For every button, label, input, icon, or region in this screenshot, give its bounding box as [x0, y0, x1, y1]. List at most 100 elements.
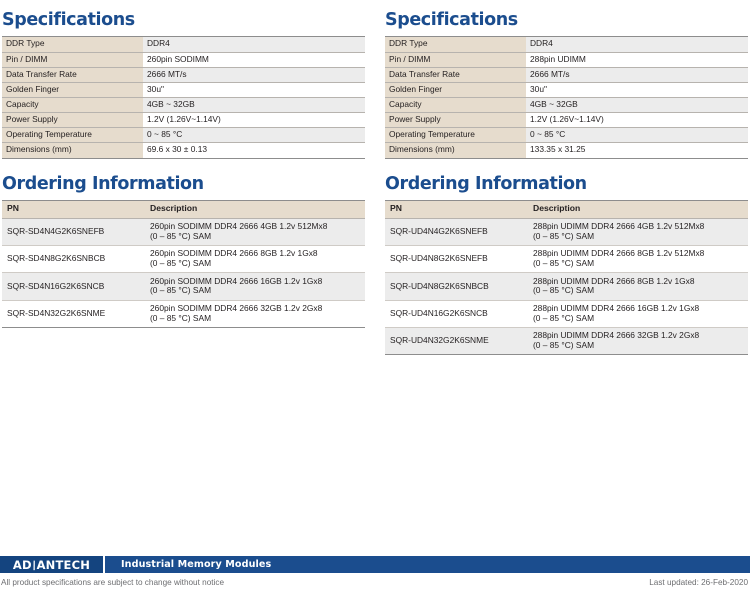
description-line-2: (0 – 85 °C) SAM — [533, 285, 595, 296]
spec-value: 2666 MT/s — [526, 67, 748, 83]
table-row: Capacity 4GB ~ 32GB — [385, 97, 748, 114]
left-ordering-body: SQR-SD4N4G2K6SNEFB 260pin SODIMM DDR4 26… — [2, 218, 365, 328]
table-row: SQR-UD4N32G2K6SNME 288pin UDIMM DDR4 266… — [385, 327, 748, 355]
spec-value: 30u" — [526, 82, 748, 98]
table-row: Power Supply 1.2V (1.26V~1.14V) — [2, 112, 365, 129]
ordering-description: 260pin SODIMM DDR4 2666 8GB 1.2v 1Gx8 (0… — [145, 245, 365, 274]
description-line-2: (0 – 85 °C) SAM — [533, 230, 595, 241]
table-row: Dimensions (mm) 69.6 x 30 ± 0.13 — [2, 142, 365, 158]
ordering-description: 260pin SODIMM DDR4 2666 16GB 1.2v 1Gx8 (… — [145, 272, 365, 301]
right-specifications-table: DDR Type DDR4 Pin / DIMM 288pin UDIMM Da… — [385, 36, 748, 159]
spec-key: Data Transfer Rate — [2, 67, 143, 83]
spec-key: Dimensions (mm) — [2, 142, 143, 158]
table-header-row: PN Description — [385, 200, 748, 219]
ordering-description: 260pin SODIMM DDR4 2666 32GB 1.2v 2Gx8 (… — [145, 300, 365, 328]
ordering-description: 288pin UDIMM DDR4 2666 32GB 1.2v 2Gx8 (0… — [528, 327, 748, 355]
table-header-row: PN Description — [2, 200, 365, 219]
table-row: SQR-UD4N4G2K6SNEFB 288pin UDIMM DDR4 266… — [385, 218, 748, 247]
spec-key: Dimensions (mm) — [385, 142, 526, 158]
left-specifications-body: DDR Type DDR4 Pin / DIMM 260pin SODIMM D… — [2, 36, 365, 158]
page-footer: AD \ ANTECH Industrial Memory Modules All … — [0, 555, 750, 591]
ordering-description: 288pin UDIMM DDR4 2666 8GB 1.2v 512Mx8 (… — [528, 245, 748, 274]
left-column: Specifications DDR Type DDR4 Pin / DIMM … — [2, 0, 367, 355]
spec-key: Pin / DIMM — [385, 52, 526, 68]
ordering-pn: SQR-UD4N16G2K6SNCB — [385, 300, 528, 328]
table-row: Golden Finger 30u" — [2, 82, 365, 98]
table-row: Capacity 4GB ~ 32GB — [2, 97, 365, 114]
right-specifications-body: DDR Type DDR4 Pin / DIMM 288pin UDIMM Da… — [385, 36, 748, 158]
ordering-description: 260pin SODIMM DDR4 2666 4GB 1.2v 512Mx8 … — [145, 218, 365, 247]
table-row: SQR-UD4N16G2K6SNCB 288pin UDIMM DDR4 266… — [385, 300, 748, 328]
spec-key: Data Transfer Rate — [385, 67, 526, 83]
table-row: SQR-SD4N4G2K6SNEFB 260pin SODIMM DDR4 26… — [2, 218, 365, 247]
table-row: SQR-UD4N8G2K6SNEFB 288pin UDIMM DDR4 266… — [385, 245, 748, 274]
two-column-layout: Specifications DDR Type DDR4 Pin / DIMM … — [0, 0, 750, 356]
table-row: Data Transfer Rate 2666 MT/s — [385, 67, 748, 83]
spec-value: 69.6 x 30 ± 0.13 — [143, 142, 365, 158]
spec-value: 1.2V (1.26V~1.14V) — [526, 112, 748, 129]
ordering-pn: SQR-UD4N8G2K6SNBCB — [385, 272, 528, 301]
right-specifications-title: Specifications — [385, 10, 518, 30]
ordering-pn: SQR-SD4N16G2K6SNCB — [2, 272, 145, 301]
footer-disclaimer: All product specifications are subject t… — [1, 577, 225, 587]
left-specifications-title: Specifications — [2, 10, 135, 30]
footer-note-row: All product specifications are subject t… — [0, 573, 750, 591]
left-ordering-table: PN Description SQR-SD4N4G2K6SNEFB 260pin… — [2, 199, 365, 328]
right-ordering-table: PN Description SQR-UD4N4G2K6SNEFB 288pin… — [385, 199, 748, 356]
spec-value: 30u" — [143, 82, 365, 98]
right-column: Specifications DDR Type DDR4 Pin / DIMM … — [385, 0, 750, 356]
ordering-pn: SQR-UD4N8G2K6SNEFB — [385, 245, 528, 274]
table-row: SQR-SD4N8G2K6SNBCB 260pin SODIMM DDR4 26… — [2, 245, 365, 274]
table-row: Data Transfer Rate 2666 MT/s — [2, 67, 365, 83]
advantech-logo: AD \ ANTECH — [0, 556, 105, 573]
spec-value: 0 ~ 85 °C — [526, 127, 748, 144]
description-line-2: (0 – 85 °C) SAM — [533, 312, 595, 323]
spec-value: 133.35 x 31.25 — [526, 142, 748, 158]
ordering-pn: SQR-SD4N4G2K6SNEFB — [2, 218, 145, 247]
column-header-pn: PN — [385, 200, 528, 219]
spec-value: 0 ~ 85 °C — [143, 127, 365, 144]
spec-value: DDR4 — [143, 36, 365, 53]
table-row: Pin / DIMM 260pin SODIMM — [2, 52, 365, 68]
spec-key: Golden Finger — [2, 82, 143, 98]
table-row: Power Supply 1.2V (1.26V~1.14V) — [385, 112, 748, 129]
table-row: Dimensions (mm) 133.35 x 31.25 — [385, 142, 748, 158]
left-ordering-head: PN Description — [2, 200, 365, 219]
ordering-description: 288pin UDIMM DDR4 2666 4GB 1.2v 512Mx8 (… — [528, 218, 748, 247]
column-header-pn: PN — [2, 200, 145, 219]
description-line-2: (0 – 85 °C) SAM — [150, 258, 212, 269]
table-row: SQR-SD4N32G2K6SNME 260pin SODIMM DDR4 26… — [2, 300, 365, 328]
spec-key: Golden Finger — [385, 82, 526, 98]
spec-value: 1.2V (1.26V~1.14V) — [143, 112, 365, 129]
spec-value: 2666 MT/s — [143, 67, 365, 83]
description-line-2: (0 – 85 °C) SAM — [533, 258, 595, 269]
right-ordering-head: PN Description — [385, 200, 748, 219]
table-row: SQR-SD4N16G2K6SNCB 260pin SODIMM DDR4 26… — [2, 272, 365, 301]
left-ordering-title: Ordering Information — [2, 173, 204, 194]
table-row: DDR Type DDR4 — [2, 36, 365, 53]
spec-value: 260pin SODIMM — [143, 52, 365, 68]
ordering-pn: SQR-SD4N32G2K6SNME — [2, 300, 145, 328]
description-line-2: (0 – 85 °C) SAM — [150, 285, 212, 296]
footer-tagline: Industrial Memory Modules — [121, 559, 272, 570]
description-line-2: (0 – 85 °C) SAM — [150, 230, 212, 241]
footer-last-updated: Last updated: 26-Feb-2020 — [649, 577, 748, 587]
spec-value: DDR4 — [526, 36, 748, 53]
spec-value: 4GB ~ 32GB — [143, 97, 365, 114]
footer-brand-bar: AD \ ANTECH Industrial Memory Modules — [0, 555, 750, 573]
description-line-2: (0 – 85 °C) SAM — [533, 339, 595, 350]
table-row: Golden Finger 30u" — [385, 82, 748, 98]
table-row: Pin / DIMM 288pin UDIMM — [385, 52, 748, 68]
spec-key: DDR Type — [2, 36, 143, 53]
datasheet-page: Specifications DDR Type DDR4 Pin / DIMM … — [0, 0, 750, 591]
spec-key: Pin / DIMM — [2, 52, 143, 68]
advantech-logo-part-2: ANTECH — [36, 557, 91, 572]
table-row: Operating Temperature 0 ~ 85 °C — [385, 127, 748, 144]
table-row: SQR-UD4N8G2K6SNBCB 288pin UDIMM DDR4 266… — [385, 272, 748, 301]
ordering-description: 288pin UDIMM DDR4 2666 8GB 1.2v 1Gx8 (0 … — [528, 272, 748, 301]
description-line-2: (0 – 85 °C) SAM — [150, 312, 212, 323]
spec-key: Power Supply — [385, 112, 526, 129]
advantech-logo-part-1: AD — [12, 557, 32, 572]
column-header-description: Description — [145, 200, 365, 219]
spec-key: Capacity — [2, 97, 143, 114]
